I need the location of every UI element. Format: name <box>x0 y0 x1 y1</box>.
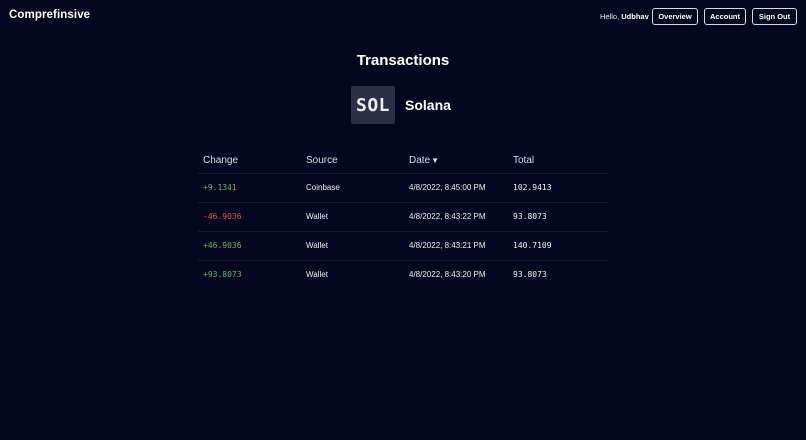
change-cell: +9.1341 <box>203 183 237 192</box>
table-row: -46.9036 Wallet 4/8/2022, 8:43:22 PM 93.… <box>198 202 608 231</box>
date-cell: 4/8/2022, 8:43:21 PM <box>409 241 486 250</box>
change-cell: +46.9036 <box>203 241 242 250</box>
total-cell: 93.8073 <box>513 270 547 279</box>
column-header-total[interactable]: Total <box>513 155 534 166</box>
table-row: +93.8073 Wallet 4/8/2022, 8:43:20 PM 93.… <box>198 260 608 289</box>
total-cell: 140.7109 <box>513 241 552 250</box>
date-cell: 4/8/2022, 8:43:22 PM <box>409 212 486 221</box>
account-button[interactable]: Account <box>704 8 746 25</box>
table-row: +9.1341 Coinbase 4/8/2022, 8:45:00 PM 10… <box>198 173 608 202</box>
top-navbar: Comprefinsive Hello, Udbhav Overview Acc… <box>0 0 806 34</box>
transactions-table: Change Source Date▼ Total +9.1341 Coinba… <box>198 146 608 289</box>
app-brand[interactable]: Comprefinsive <box>9 9 90 21</box>
overview-button[interactable]: Overview <box>652 8 698 25</box>
date-cell: 4/8/2022, 8:43:20 PM <box>409 270 486 279</box>
total-cell: 102.9413 <box>513 183 552 192</box>
page-title: Transactions <box>356 52 450 69</box>
source-cell: Wallet <box>306 241 328 250</box>
user-greeting: Hello, Udbhav <box>600 12 649 21</box>
source-cell: Coinbase <box>306 183 340 192</box>
column-header-source[interactable]: Source <box>306 155 338 166</box>
sort-descending-icon: ▼ <box>431 156 440 165</box>
source-cell: Wallet <box>306 270 328 279</box>
column-header-date[interactable]: Date▼ <box>409 155 439 166</box>
change-cell: +93.8073 <box>203 270 242 279</box>
table-row: +46.9036 Wallet 4/8/2022, 8:43:21 PM 140… <box>198 231 608 260</box>
coin-logo: SOL <box>351 86 395 124</box>
total-cell: 93.8073 <box>513 212 547 221</box>
change-cell: -46.9036 <box>203 212 242 221</box>
greeting-prefix: Hello, <box>600 12 622 21</box>
column-header-change[interactable]: Change <box>203 155 238 166</box>
date-cell: 4/8/2022, 8:45:00 PM <box>409 183 486 192</box>
source-cell: Wallet <box>306 212 328 221</box>
username: Udbhav <box>621 12 649 21</box>
coin-symbol: SOL <box>355 94 390 116</box>
column-header-date-label: Date <box>409 155 431 166</box>
sign-out-button[interactable]: Sign Out <box>752 8 797 25</box>
table-header: Change Source Date▼ Total <box>198 146 608 173</box>
coin-name: Solana <box>405 97 451 113</box>
